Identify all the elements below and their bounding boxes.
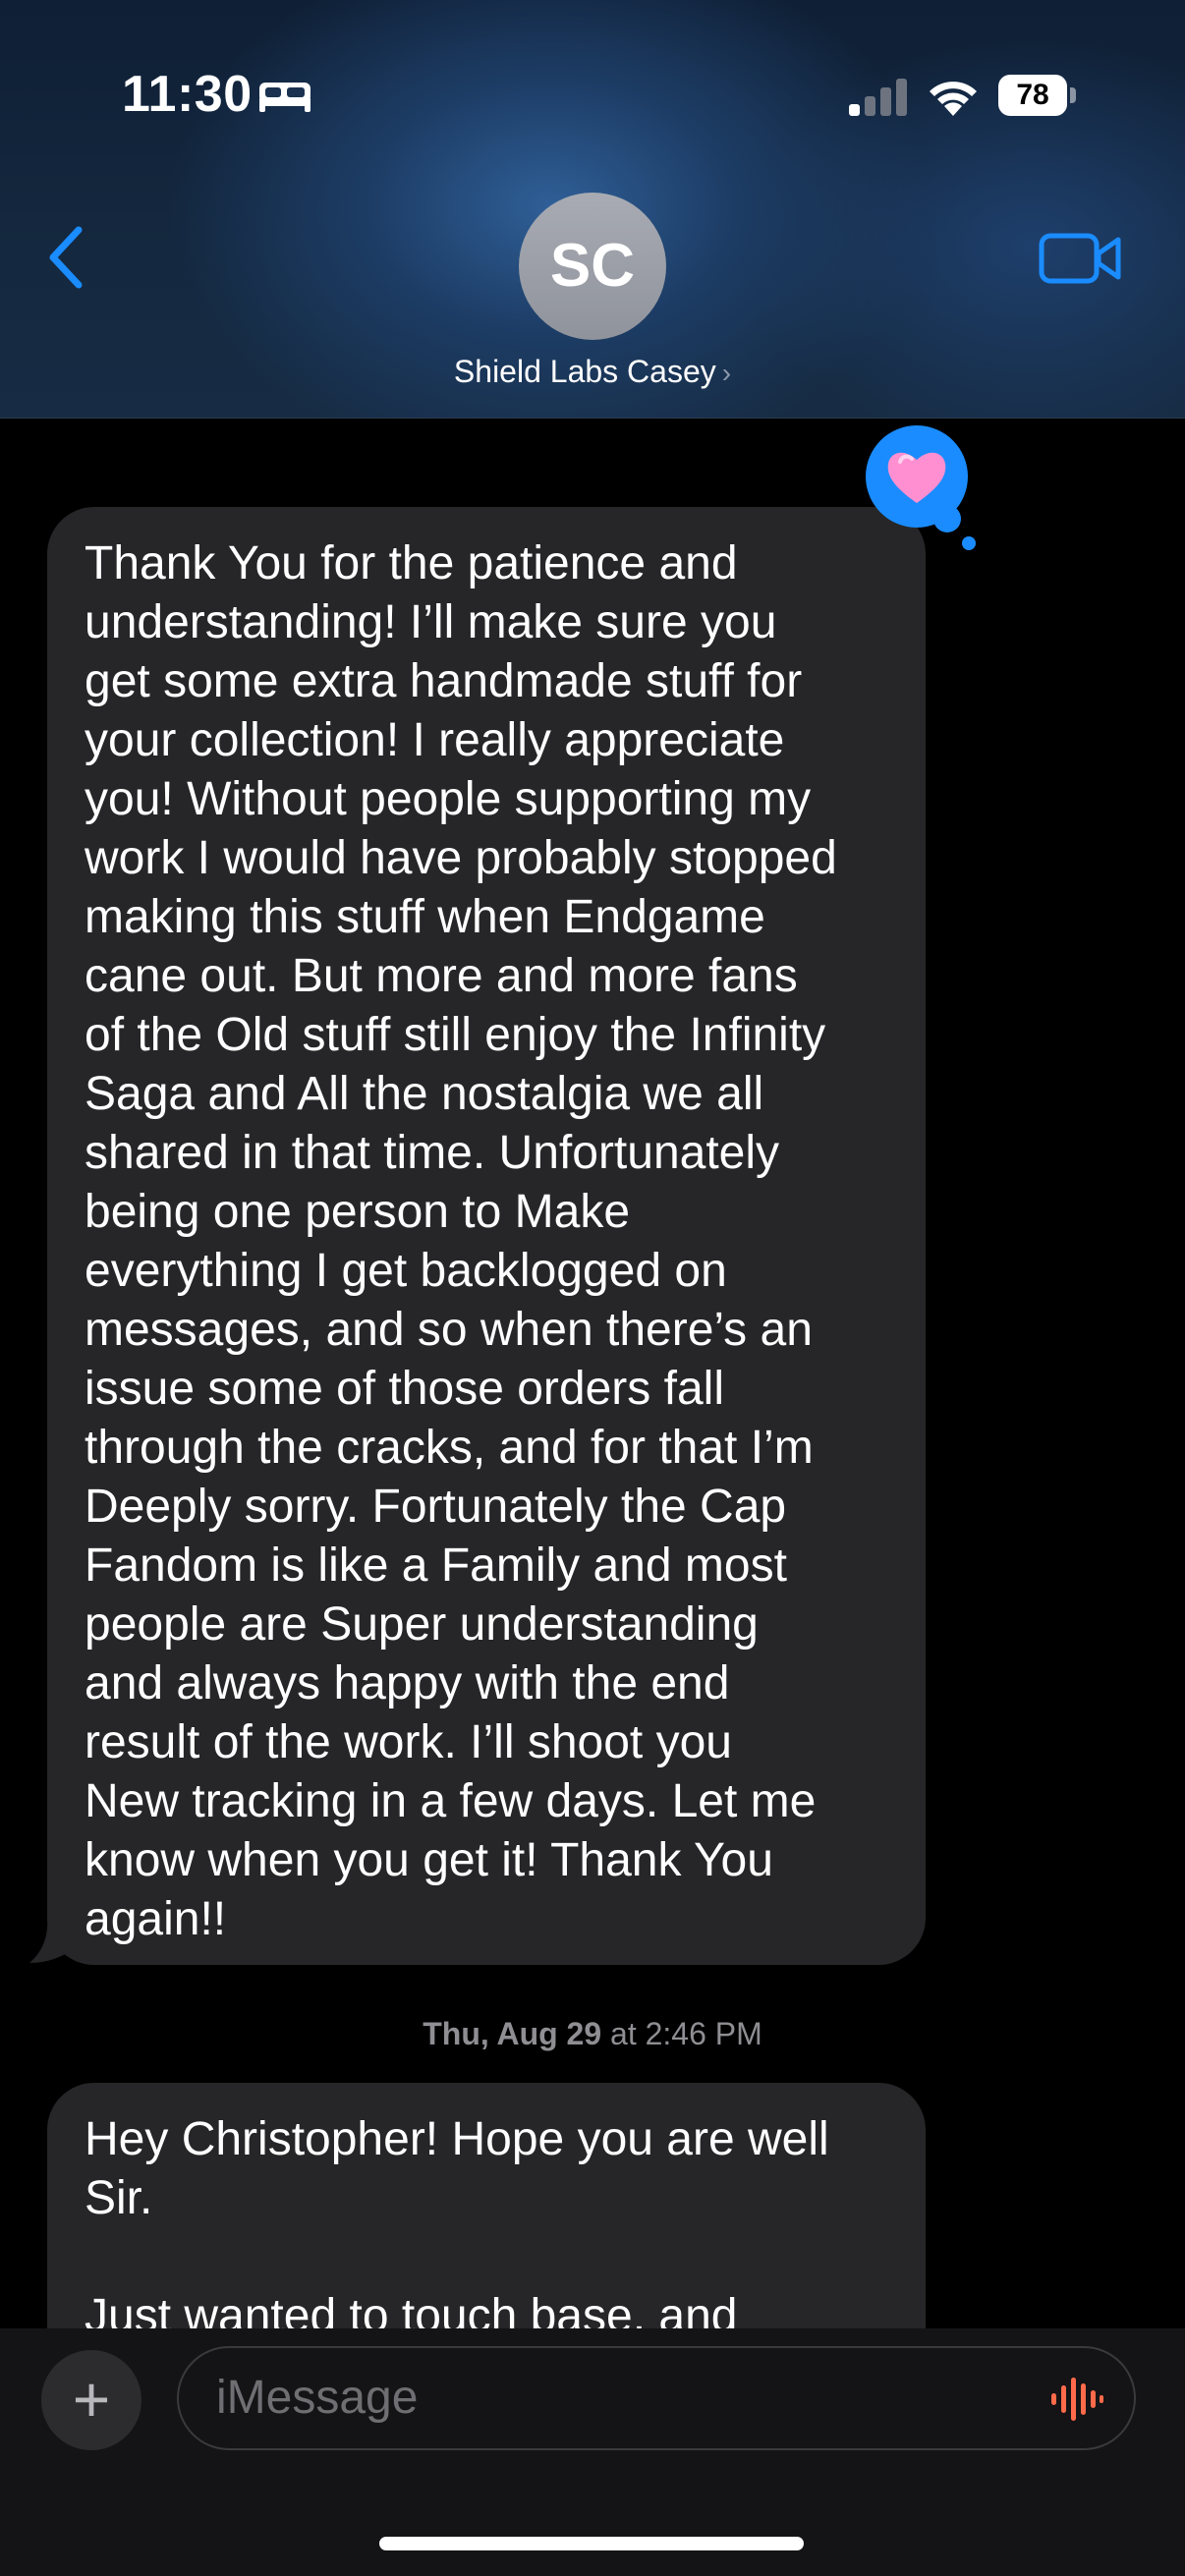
add-attachment-button[interactable]: + xyxy=(41,2350,141,2450)
message-input[interactable]: iMessage xyxy=(177,2346,1136,2450)
chevron-left-icon[interactable] xyxy=(39,218,98,297)
heart-reaction-icon[interactable] xyxy=(865,424,983,552)
timestamp-day: Thu, Aug 29 xyxy=(423,2016,602,2051)
message-placeholder: iMessage xyxy=(216,2372,419,2424)
contact-name[interactable]: Shield Labs Casey › xyxy=(0,354,1185,390)
conversation-header: 11:30 78 SC Shield Labs Casey › xyxy=(0,0,1185,419)
message-bubble[interactable]: Thank You for the patience and understan… xyxy=(47,507,926,1965)
timestamp-time: at 2:46 PM xyxy=(601,2016,762,2051)
video-camera-icon[interactable] xyxy=(1038,228,1124,289)
contact-name-label[interactable]: Shield Labs Casey xyxy=(454,354,716,389)
message-text: Hey Christopher! Hope you are well Sir. … xyxy=(85,2113,829,2342)
audio-waveform-icon[interactable] xyxy=(1049,2378,1104,2421)
message-text: Thank You for the patience and understan… xyxy=(85,537,837,1945)
status-time: 11:30 xyxy=(122,66,253,123)
message-timestamp: Thu, Aug 29 at 2:46 PM xyxy=(0,2016,1185,2052)
battery-percent: 78 xyxy=(1016,79,1049,111)
home-indicator[interactable] xyxy=(379,2537,804,2550)
bed-icon xyxy=(259,83,310,112)
chevron-right-icon: › xyxy=(721,358,732,388)
wifi-icon xyxy=(930,82,977,116)
battery-icon: 78 xyxy=(998,75,1077,116)
avatar[interactable]: SC xyxy=(519,193,666,340)
cellular-signal-icon xyxy=(849,79,907,116)
